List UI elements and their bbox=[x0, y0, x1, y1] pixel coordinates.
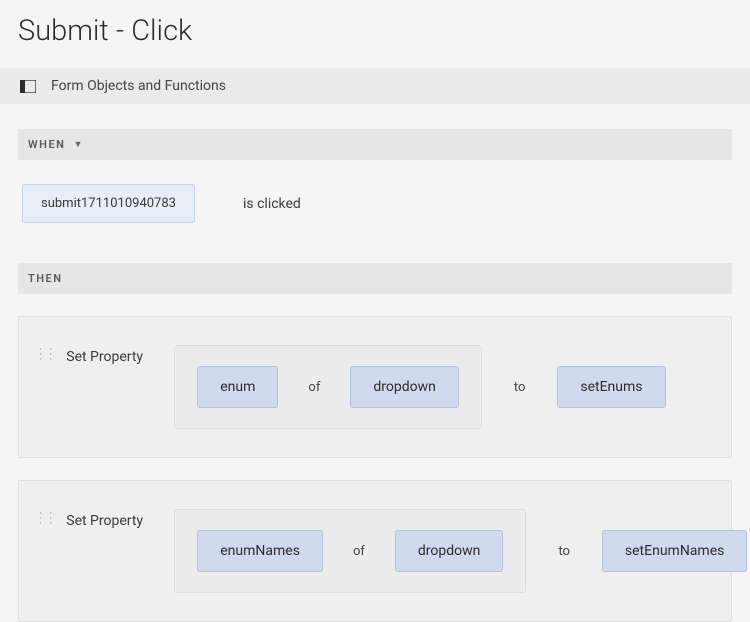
to-word: to bbox=[526, 544, 602, 559]
form-objects-link[interactable]: Form Objects and Functions bbox=[51, 78, 226, 94]
property-of-group: enumNames of dropdown bbox=[174, 509, 526, 593]
side-panel-icon bbox=[20, 80, 36, 93]
value-token[interactable]: setEnumNames bbox=[602, 530, 747, 572]
of-word: of bbox=[353, 544, 365, 559]
target-token[interactable]: dropdown bbox=[350, 366, 458, 408]
of-word: of bbox=[308, 380, 320, 395]
action-label: Set Property bbox=[66, 509, 174, 529]
property-of-group: enum of dropdown bbox=[174, 345, 482, 429]
action-block: · ·· ·· · Set Property enumNames of drop… bbox=[18, 480, 732, 622]
property-token[interactable]: enumNames bbox=[197, 530, 323, 572]
chevron-down-icon: ▼ bbox=[73, 139, 83, 150]
when-body: submit1711010940783 is clicked bbox=[18, 160, 732, 263]
action-label: Set Property bbox=[66, 345, 174, 365]
when-header[interactable]: WHEN ▼ bbox=[18, 129, 732, 160]
property-token[interactable]: enum bbox=[197, 366, 278, 408]
drag-handle-icon[interactable]: · ·· ·· · bbox=[35, 347, 66, 362]
drag-handle-icon[interactable]: · ·· ·· · bbox=[35, 511, 66, 526]
then-header: THEN bbox=[18, 263, 732, 294]
when-object-token[interactable]: submit1711010940783 bbox=[22, 184, 195, 223]
toolbar: Form Objects and Functions bbox=[0, 68, 750, 104]
action-block: · ·· ·· · Set Property enum of dropdown … bbox=[18, 316, 732, 458]
when-predicate: is clicked bbox=[243, 196, 301, 212]
target-token[interactable]: dropdown bbox=[395, 530, 503, 572]
value-token[interactable]: setEnums bbox=[557, 366, 665, 408]
when-header-label: WHEN bbox=[28, 138, 65, 151]
to-word: to bbox=[482, 380, 558, 395]
page-title: Submit - Click bbox=[0, 0, 750, 68]
